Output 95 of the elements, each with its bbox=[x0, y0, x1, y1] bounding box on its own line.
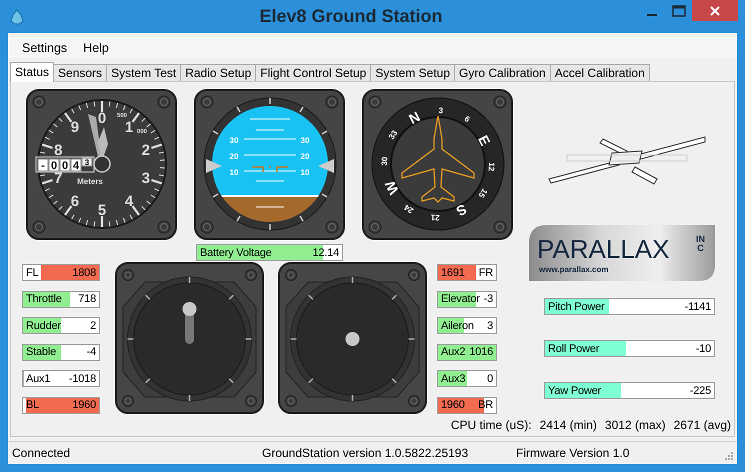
minimize-icon bbox=[646, 14, 656, 16]
dial-number: 4 bbox=[124, 193, 134, 210]
heading-label: 33 bbox=[386, 128, 400, 142]
counter-digit: 0 bbox=[50, 160, 58, 172]
triangle-icon bbox=[206, 159, 222, 173]
counter-digit: - bbox=[41, 160, 45, 172]
heading-label: 6 bbox=[462, 114, 472, 124]
unit-label: Meters bbox=[77, 177, 103, 186]
dial-number: 1 bbox=[124, 118, 134, 136]
pitch-label: 20 bbox=[300, 152, 310, 161]
pitch-label: 20 bbox=[230, 152, 238, 161]
heading-label: N bbox=[406, 108, 423, 128]
meter-value: 1016 bbox=[469, 346, 493, 358]
cpu-time-label: CPU time (uS): bbox=[450, 418, 532, 432]
dial-number: 7 bbox=[54, 170, 62, 188]
maximize-icon bbox=[672, 4, 686, 16]
counter-digit: 3 bbox=[84, 158, 90, 167]
meter-value: 1691 bbox=[441, 266, 465, 278]
pitch-label: 10 bbox=[300, 168, 310, 177]
version-text: GroundStation version 1.0.5822.25193 bbox=[262, 446, 470, 460]
window-title: Elev8 Ground Station bbox=[258, 6, 444, 27]
dial-number: 2 bbox=[142, 142, 150, 159]
tab[interactable]: System Setup bbox=[370, 64, 456, 81]
heading-label: 21 bbox=[430, 212, 440, 222]
logo-text: PARALLAX bbox=[537, 235, 670, 263]
counter-digit: 0 bbox=[62, 160, 68, 172]
pitch-label: 30 bbox=[300, 136, 310, 145]
heading-label: 15 bbox=[476, 186, 490, 200]
meter-value: 1808 bbox=[72, 266, 96, 278]
heading-label: 30 bbox=[380, 156, 390, 166]
meter-label: BL bbox=[26, 399, 40, 412]
dial-number: 3 bbox=[142, 170, 150, 188]
meter-value: -1018 bbox=[68, 372, 96, 385]
pitch-label: 30 bbox=[230, 136, 238, 145]
firmware-text: Firmware Version 1.0 bbox=[516, 446, 630, 460]
meter-label: Aux3 bbox=[441, 372, 466, 385]
cpu-time-avg: 2671 (avg) bbox=[674, 418, 731, 432]
meter-label: FR bbox=[478, 266, 493, 278]
dial-number: 5 bbox=[98, 202, 106, 219]
menu-item[interactable]: Help bbox=[75, 40, 117, 54]
app-icon bbox=[10, 8, 24, 24]
meter-value: -1141 bbox=[684, 300, 711, 312]
meter-value: 12.14 bbox=[312, 246, 339, 258]
tab[interactable]: Status bbox=[10, 62, 54, 82]
dial-number: 0 bbox=[98, 110, 106, 127]
cpu-time-min: 2414 (min) bbox=[540, 418, 597, 432]
meter-value: -10 bbox=[696, 342, 711, 354]
menu-item[interactable]: Settings bbox=[14, 40, 76, 54]
close-icon bbox=[709, 4, 721, 16]
meter-label: Battery Voltage bbox=[200, 246, 272, 258]
meter-label: Aileron bbox=[441, 320, 474, 332]
tab[interactable]: Sensors bbox=[53, 64, 108, 81]
heading-label: 24 bbox=[402, 202, 416, 216]
close-button[interactable] bbox=[692, 0, 738, 21]
meter-label: Elevator bbox=[441, 293, 480, 306]
aircraft-symbol bbox=[251, 166, 289, 173]
tab[interactable]: System Test bbox=[106, 64, 182, 81]
meter-label: Rudder bbox=[26, 320, 61, 332]
connection-status: Connected bbox=[12, 446, 72, 460]
resize-grip-icon bbox=[724, 451, 734, 461]
meter-value: -225 bbox=[690, 384, 711, 396]
dial-number: 6 bbox=[70, 193, 80, 210]
meter-label: Aux1 bbox=[26, 372, 50, 385]
tab[interactable]: Gyro Calibration bbox=[454, 64, 551, 81]
tab[interactable]: Radio Setup bbox=[180, 64, 256, 81]
meter-value: 2 bbox=[90, 320, 96, 332]
meter-value: -3 bbox=[484, 293, 493, 306]
dial-number: 9 bbox=[70, 118, 80, 136]
meter-value: 718 bbox=[78, 293, 96, 306]
meter-label: Roll Power bbox=[548, 342, 600, 354]
meter-value: 3 bbox=[487, 320, 493, 332]
tab[interactable]: Flight Control Setup bbox=[255, 64, 372, 81]
heading-label: 12 bbox=[486, 162, 496, 172]
triangle-icon bbox=[318, 159, 334, 173]
meter-label: Yaw Power bbox=[548, 384, 602, 396]
dial-number: 8 bbox=[54, 142, 62, 159]
heading-label: S bbox=[454, 201, 470, 220]
meter-value: 1960 bbox=[72, 399, 96, 412]
meter-label: Throttle bbox=[26, 293, 62, 306]
heading-label: E bbox=[475, 132, 494, 148]
meter-label: Pitch Power bbox=[548, 300, 604, 312]
tab[interactable]: Accel Calibration bbox=[550, 64, 650, 81]
logo-url: www.parallax.com bbox=[539, 265, 609, 274]
meter-label: Aux2 bbox=[441, 346, 466, 358]
meter-label: FL bbox=[26, 266, 38, 278]
heading-label: W bbox=[382, 178, 402, 198]
meter-value: 1960 bbox=[441, 399, 465, 412]
meter-label: Stable bbox=[26, 346, 56, 358]
meter-value: 0 bbox=[487, 372, 493, 385]
pitch-label: 10 bbox=[230, 168, 238, 177]
heading-label: 3 bbox=[438, 106, 444, 116]
counter-digit: 4 bbox=[72, 160, 80, 172]
cpu-time-max: 3012 (max) bbox=[604, 418, 666, 432]
meter-value: -4 bbox=[86, 346, 96, 358]
logo-suffix: IN C bbox=[696, 235, 705, 253]
